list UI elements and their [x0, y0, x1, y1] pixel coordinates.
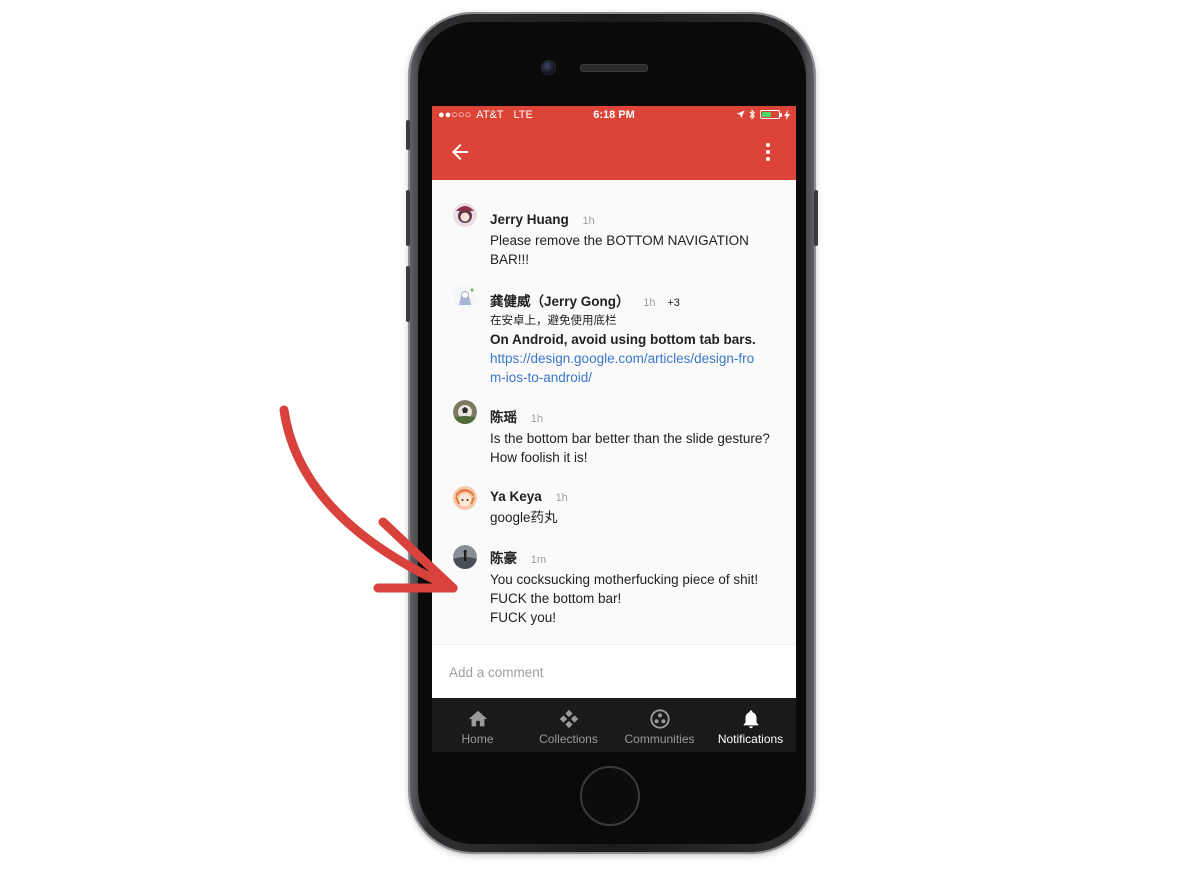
annotation-arrow	[279, 405, 458, 593]
